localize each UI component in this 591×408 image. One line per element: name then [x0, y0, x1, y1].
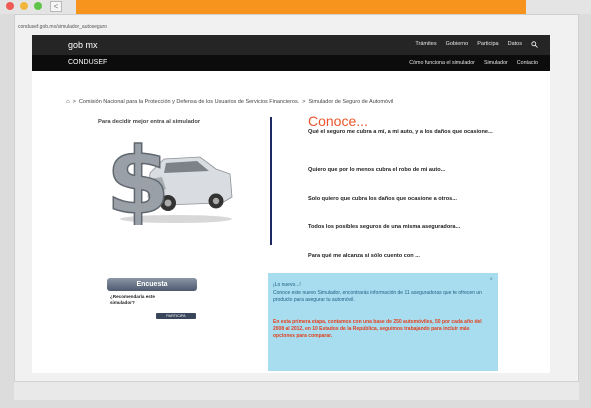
- nav-contacto[interactable]: Contacto: [517, 60, 538, 66]
- info-box-lo-nuevo: × ¡Lo nuevo...! Conoce este nuevo Simula…: [268, 273, 498, 371]
- search-icon[interactable]: [531, 41, 538, 50]
- page-footer: [14, 381, 579, 400]
- question-link-cobertura-amplia[interactable]: Qué el seguro me cubra a mí, a mi auto, …: [308, 129, 526, 137]
- close-icon[interactable]: ×: [489, 277, 493, 283]
- breadcrumb-sep: >: [302, 99, 306, 105]
- breadcrumb-sep: >: [72, 99, 76, 105]
- breadcrumb-condusef[interactable]: Comisión Nacional para la Protección y D…: [79, 99, 299, 105]
- question-link-presupuesto[interactable]: Para qué me alcanza si sólo cuento con .…: [308, 253, 420, 261]
- home-icon[interactable]: ⌂: [66, 99, 70, 105]
- condusef-nav: Cómo funciona el simulador Simulador Con…: [409, 60, 538, 66]
- car-crash-illustration[interactable]: $: [104, 139, 236, 225]
- breadcrumb-simulador: Simulador de Seguro de Automóvil: [308, 99, 394, 105]
- gob-nav-datos[interactable]: Datos: [508, 41, 522, 50]
- encuesta-button[interactable]: Encuesta: [107, 278, 197, 291]
- vertical-divider: [270, 117, 272, 245]
- gob-nav-gobierno[interactable]: Gobierno: [446, 41, 469, 50]
- condusef-logo[interactable]: CONDUSEF: [68, 59, 107, 66]
- info-highlight: En esta primera etapa, contamos con una …: [273, 319, 482, 339]
- info-heading: ¡Lo nuevo...!: [273, 282, 301, 288]
- nav-como-funciona[interactable]: Cómo funciona el simulador: [409, 60, 475, 66]
- gob-nav-tramites[interactable]: Trámites: [415, 41, 436, 50]
- maximize-window-icon[interactable]: [34, 2, 42, 10]
- gob-logo[interactable]: gob mx: [68, 40, 98, 50]
- conoce-title: Conoce...: [308, 113, 368, 129]
- back-button[interactable]: <: [50, 1, 62, 12]
- question-link-danos-terceros[interactable]: Solo quiero que cubra los daños que ocas…: [308, 196, 457, 204]
- gob-header: gob mx Trámites Gobierno Participa Datos: [32, 35, 550, 55]
- dollar-sign-symbol: $: [106, 139, 170, 225]
- question-link-robo[interactable]: Quiero que por lo menos cubra el robo de…: [308, 167, 445, 175]
- minimize-window-icon[interactable]: [20, 2, 28, 10]
- encuesta-question: ¿Recomendaría este simulador?: [110, 294, 155, 305]
- info-body: Conoce este nuevo Simulador, encontrarás…: [273, 290, 482, 303]
- participa-button[interactable]: PARTICIPA: [156, 313, 196, 319]
- gob-nav-participa[interactable]: Participa: [477, 41, 498, 50]
- question-link-misma-aseguradora[interactable]: Todos los posibles seguros de una misma …: [308, 224, 460, 232]
- condusef-header: CONDUSEF Cómo funciona el simulador Simu…: [32, 55, 550, 71]
- main-content: ⌂ > Comisión Nacional para la Protección…: [32, 71, 550, 373]
- simulator-promo-title: Para decidir mejor entra al simulador: [98, 119, 201, 125]
- nav-simulador[interactable]: Simulador: [484, 60, 508, 66]
- close-window-icon[interactable]: [6, 2, 14, 10]
- breadcrumb: ⌂ > Comisión Nacional para la Protección…: [66, 99, 393, 105]
- gob-nav: Trámites Gobierno Participa Datos: [415, 41, 538, 50]
- page-url: condusef.gob.mx/simulador_autoseguro: [18, 24, 107, 30]
